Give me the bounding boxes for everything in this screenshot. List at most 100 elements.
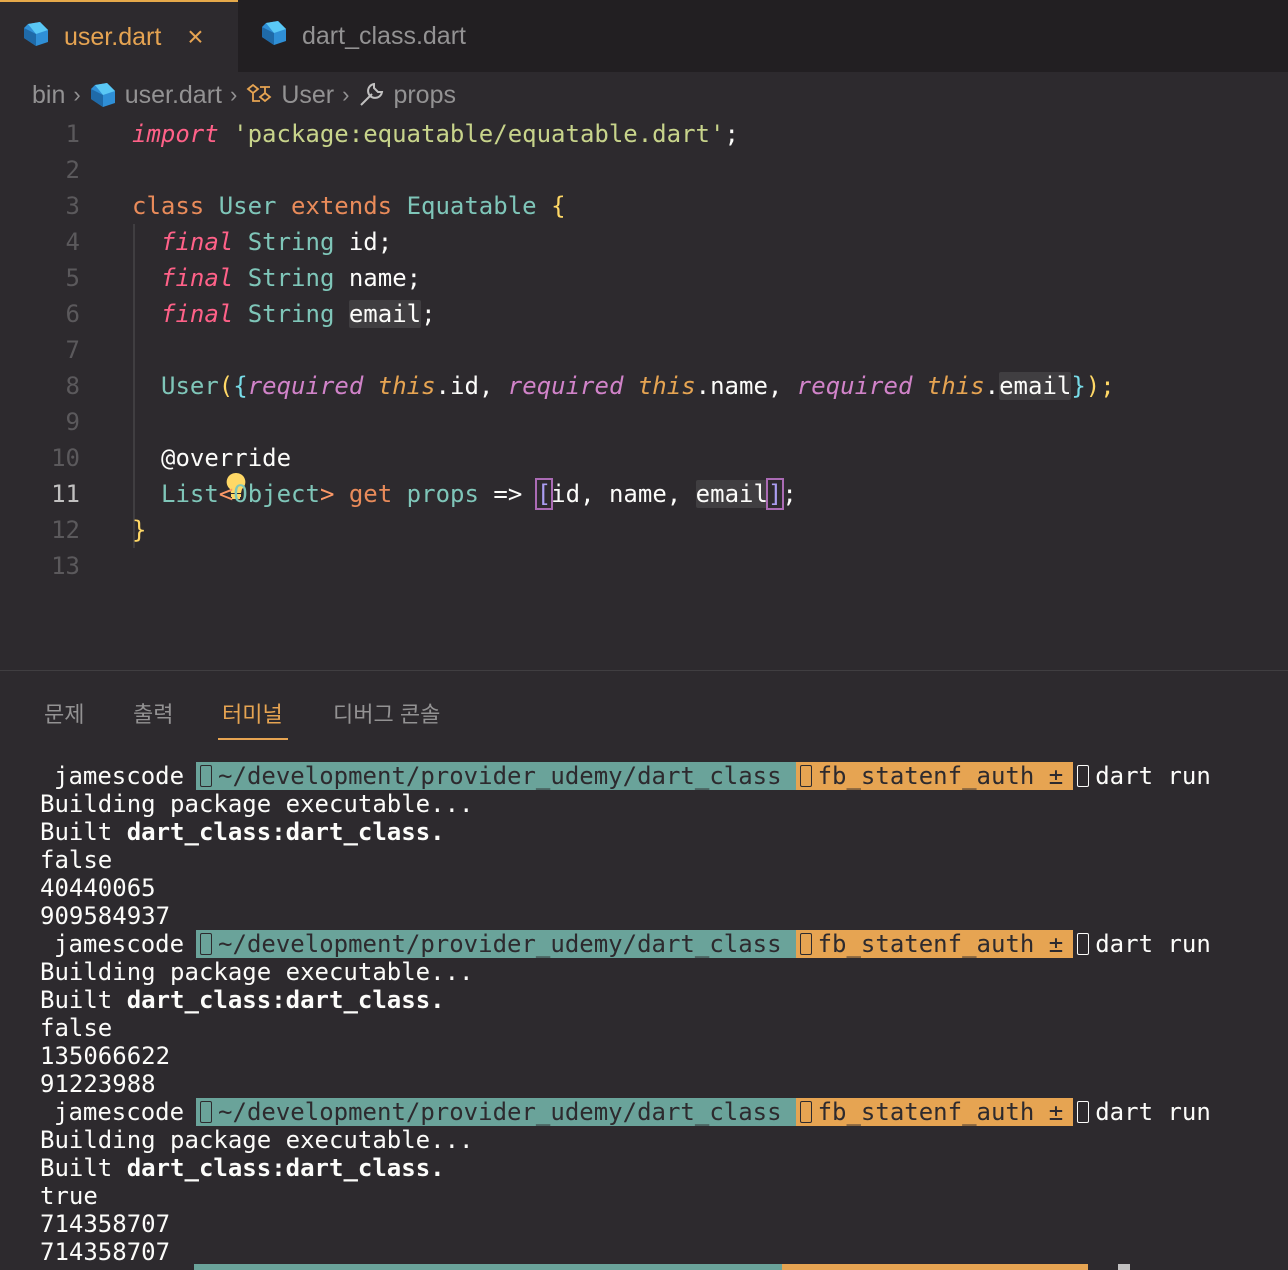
tab-dart-class-dart[interactable]: dart_class.dart	[238, 0, 518, 72]
line-number: 11	[51, 480, 80, 508]
terminal-line: Building package executable...	[40, 958, 474, 986]
dart-file-icon	[89, 81, 117, 109]
token: ;	[782, 480, 797, 508]
prompt-command: dart run	[1095, 1098, 1211, 1126]
prompt-branch: fb_statenf_auth ±	[817, 762, 1064, 790]
prompt-path: ~/development/provider_udemy/dart_class	[218, 930, 782, 958]
token: }	[1071, 372, 1086, 400]
code-line: 13	[0, 548, 1288, 584]
token: email	[695, 480, 768, 508]
breadcrumb-props[interactable]: props	[357, 81, 456, 110]
terminal-line: Built dart_class:dart_class.	[40, 986, 1288, 1014]
token: String	[247, 228, 335, 256]
breadcrumb-user-dart[interactable]: user.dart	[89, 81, 222, 110]
tab-label: 디버그 콘솔	[333, 702, 441, 727]
terminal-line: false	[40, 846, 113, 874]
terminal-line: 714358707	[40, 1238, 171, 1266]
terminal-line: Building package executable...	[40, 1126, 474, 1154]
code-text: import 'package:equatable/equatable.dart…	[132, 120, 739, 148]
tab-terminal[interactable]: 터미널	[222, 688, 283, 738]
terminal-prompt: jamescode ~/development/provider_udemy/da…	[40, 930, 1288, 958]
token: this	[637, 372, 696, 400]
code-text: }	[132, 516, 146, 544]
code-editor[interactable]: 1 import 'package:equatable/equatable.da…	[0, 116, 1288, 586]
line-number: 1	[65, 120, 80, 148]
line-number: 13	[51, 552, 80, 580]
breadcrumb-user-class[interactable]: User	[245, 81, 334, 110]
terminal-line: true	[40, 1182, 98, 1210]
editor-tab-bar: user.dart × dart_class.dart	[0, 0, 1288, 72]
token: final	[161, 264, 234, 292]
code-line: 7	[0, 332, 1288, 368]
folder-glyph-icon	[200, 765, 213, 787]
terminal-output[interactable]: jamescode ~/development/provider_udemy/da…	[40, 762, 1288, 1266]
chevron-right-icon: ›	[342, 82, 350, 107]
token: final	[161, 228, 234, 256]
code-line: 12 }	[0, 512, 1288, 548]
token: (	[218, 372, 234, 400]
git-branch-glyph-icon	[799, 933, 812, 955]
prompt-branch-segment: fb_statenf_auth ±	[795, 762, 1074, 790]
panel-divider[interactable]	[0, 670, 1288, 671]
prompt-command-segment: dart run	[1073, 762, 1211, 790]
terminal-text: Built	[40, 986, 127, 1014]
breadcrumb: bin › user.dart › User › props	[0, 72, 1288, 118]
code-text: final String id;	[161, 228, 392, 256]
token: .name,	[695, 372, 797, 400]
token: required	[507, 372, 624, 400]
terminal-prompt: jamescode ~/development/provider_udemy/da…	[40, 762, 1288, 790]
git-branch-glyph-icon	[799, 1101, 812, 1123]
close-icon[interactable]: ×	[187, 23, 203, 51]
terminal-text: dart_class:dart_class.	[126, 986, 445, 1014]
class-symbol-icon	[245, 83, 273, 107]
prompt-path-segment: ~/development/provider_udemy/dart_class	[196, 762, 796, 790]
prompt-branch: fb_statenf_auth ±	[817, 1098, 1064, 1126]
token: ;	[724, 120, 739, 148]
prompt-command: dart run	[1095, 762, 1211, 790]
prompt-branch: fb_statenf_auth ±	[817, 930, 1064, 958]
token: ]	[765, 478, 785, 510]
prompt-path: ~/development/provider_udemy/dart_class	[218, 1098, 782, 1126]
tab-output[interactable]: 출력	[133, 688, 173, 738]
code-line: 3 class User extends Equatable {	[0, 188, 1288, 224]
code-text: User({required this.id, required this.na…	[161, 372, 1115, 400]
token: .	[984, 372, 1000, 400]
token: props	[406, 480, 479, 508]
tab-user-dart[interactable]: user.dart ×	[0, 0, 238, 72]
line-number: 5	[65, 264, 80, 292]
breadcrumb-bin[interactable]: bin	[32, 81, 65, 110]
tab-problems[interactable]: 문제	[44, 688, 84, 738]
token: =>	[478, 480, 537, 508]
prompt-branch-segment	[782, 1264, 1088, 1270]
line-number: 12	[51, 516, 80, 544]
terminal-text: dart_class:dart_class.	[126, 1154, 445, 1182]
prompt-user: jamescode	[40, 930, 197, 958]
breadcrumb-label: bin	[32, 80, 66, 109]
tab-debug-console[interactable]: 디버그 콘솔	[333, 688, 440, 738]
prompt-branch-segment: fb_statenf_auth ±	[795, 1098, 1074, 1126]
breadcrumb-label: User	[281, 80, 335, 109]
token: email	[999, 372, 1072, 400]
breadcrumb-label: user.dart	[124, 80, 222, 109]
dart-file-icon	[22, 20, 50, 55]
token: import	[132, 120, 219, 148]
prompt-path-segment	[194, 1264, 782, 1270]
prompt-command-segment: dart run	[1073, 1098, 1211, 1126]
token: 'package:equatable/equatable.dart'	[233, 120, 725, 148]
prompt-arrow-glyph-icon	[1077, 933, 1090, 955]
code-line: 5 final String name;	[0, 260, 1288, 296]
token: >	[319, 480, 335, 508]
code-line: 6 final String email;	[0, 296, 1288, 332]
terminal-line: Building package executable...	[40, 790, 474, 818]
terminal-line: 40440065	[40, 874, 156, 902]
terminal-line: Built dart_class:dart_class.	[40, 1154, 1288, 1182]
token: required	[796, 372, 913, 400]
terminal-line: false	[40, 1014, 113, 1042]
code-text: final String email;	[161, 300, 436, 328]
